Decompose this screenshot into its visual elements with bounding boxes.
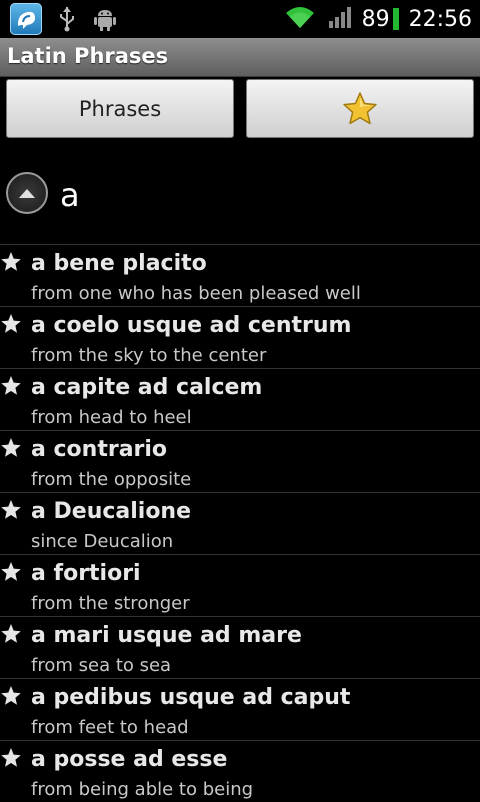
favorite-star-icon[interactable] [0,561,22,583]
phrase-latin: a contrario [31,437,168,462]
status-right-icons: 89 22:56 [284,0,472,38]
favorite-star-icon[interactable] [0,251,22,273]
app-notification-icon[interactable] [10,3,42,35]
phrase-english: from feet to head [31,717,189,738]
phrases-button-label: Phrases [78,96,162,121]
app-title: Latin Phrases [7,44,169,68]
list-item[interactable]: a contrario from the opposite [0,430,480,492]
list-item[interactable]: a Deucalione since Deucalion [0,492,480,554]
android-debug-icon [92,6,118,32]
phrase-english: from the sky to the center [31,345,267,366]
signal-icon [328,5,354,33]
list-item[interactable]: a bene placito from one who has been ple… [0,244,480,306]
phrase-latin: a bene placito [31,251,207,276]
battery-icon [392,8,399,30]
star-icon [343,91,377,124]
list-item[interactable]: a posse ad esse from being able to being [0,740,480,802]
status-left-icons [10,3,118,35]
favorite-star-icon[interactable] [0,437,22,459]
favorite-star-icon[interactable] [0,623,22,645]
phrase-latin: a Deucalione [31,499,192,524]
clock: 22:56 [408,6,472,32]
usb-icon [58,6,76,32]
list-item[interactable]: a capite ad calcem from head to heel [0,368,480,430]
phrase-english: since Deucalion [31,531,174,552]
list-item[interactable]: a fortiori from the stronger [0,554,480,616]
favorite-star-icon[interactable] [0,685,22,707]
phrase-latin: a mari usque ad mare [31,623,302,648]
phrase-latin: a coelo usque ad centrum [31,313,352,338]
phrases-button[interactable]: Phrases [6,79,234,138]
battery-level: 89 [361,6,390,32]
title-bar: Latin Phrases [0,38,480,77]
phrase-latin: a posse ad esse [31,747,228,772]
phrase-latin: a pedibus usque ad caput [31,685,351,710]
collapse-group-button[interactable] [6,172,48,214]
list-item[interactable]: a mari usque ad mare from sea to sea [0,616,480,678]
chevron-up-icon [19,189,35,198]
phrase-english: from head to heel [31,407,192,428]
list-item[interactable]: a pedibus usque ad caput from feet to he… [0,678,480,740]
favorite-star-icon[interactable] [0,375,22,397]
phrase-english: from one who has been pleased well [31,283,361,304]
group-header[interactable]: a [0,162,480,228]
favorite-star-icon[interactable] [0,313,22,335]
phrase-english: from sea to sea [31,655,172,676]
status-bar: 89 22:56 [0,0,480,38]
favorite-star-icon[interactable] [0,499,22,521]
phrase-english: from the stronger [31,593,190,614]
favorites-button[interactable] [246,79,474,138]
list-item[interactable]: a coelo usque ad centrum from the sky to… [0,306,480,368]
favorite-star-icon[interactable] [0,747,22,769]
wifi-icon [284,4,316,34]
group-letter: a [60,176,80,214]
phrase-english: from the opposite [31,469,192,490]
phrase-english: from being able to being [31,779,254,800]
phrase-list: a bene placito from one who has been ple… [0,244,480,802]
phrase-latin: a capite ad calcem [31,375,263,400]
phrase-latin: a fortiori [31,561,141,586]
